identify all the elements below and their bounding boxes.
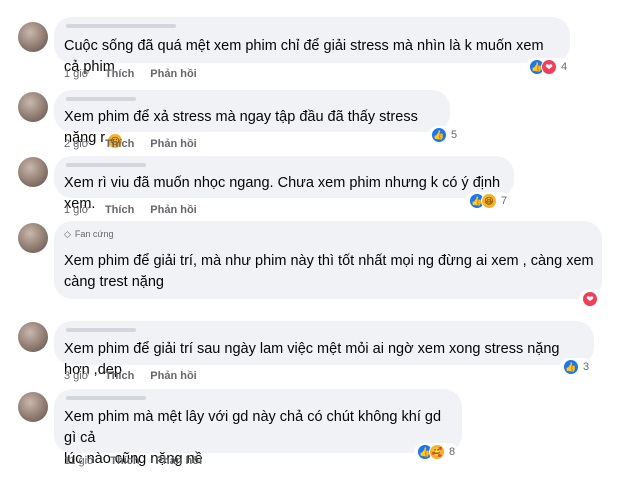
- reaction-summary[interactable]: ❤: [579, 290, 605, 308]
- timestamp[interactable]: 2 giờ: [64, 138, 89, 150]
- reaction-count: 8: [449, 446, 456, 458]
- reply-action[interactable]: Phản hồi: [150, 204, 196, 216]
- comment-bubble: ◇ Fan cứng Xem phim để giải trí, mà như …: [54, 221, 602, 299]
- commenter-name[interactable]: [66, 24, 176, 28]
- timestamp[interactable]: 3 giờ: [64, 370, 89, 382]
- reply-action[interactable]: Phản hồi: [150, 370, 196, 382]
- comment-actions: 2 giờ Thích Phản hồi: [64, 138, 197, 150]
- reaction-count: 4: [561, 61, 568, 73]
- reply-action[interactable]: Phản hồi: [156, 455, 202, 467]
- heart-icon: ❤: [582, 291, 598, 307]
- timestamp[interactable]: 1 giờ: [64, 204, 89, 216]
- reaction-summary[interactable]: 👍 😆 7: [466, 192, 511, 210]
- comment-bubble: Cuộc sống đã quá mệt xem phim chỉ để giả…: [54, 17, 570, 75]
- comment-text: Xem phim để giải trí, mà như phim này th…: [64, 253, 594, 290]
- like-action[interactable]: Thích: [105, 138, 134, 150]
- commenter-name[interactable]: [66, 396, 146, 400]
- reaction-count: 3: [583, 361, 590, 373]
- reaction-count: 5: [451, 129, 458, 141]
- reaction-summary[interactable]: 👍 ❤ 4: [526, 58, 571, 76]
- heart-icon: ❤: [541, 59, 557, 75]
- reaction-summary[interactable]: 👍 3: [560, 358, 593, 376]
- reaction-summary[interactable]: 👍 🥰 8: [414, 443, 459, 461]
- commenter-name[interactable]: [66, 97, 136, 101]
- avatar[interactable]: [18, 92, 48, 122]
- avatar[interactable]: [18, 392, 48, 422]
- comment-bubble: Xem phim để xả stress mà ngay tập đầu đã…: [54, 90, 450, 148]
- laugh-icon: 😆: [481, 193, 497, 209]
- comment-bubble: Xem phim mà mệt lây với gd này chả có ch…: [54, 389, 462, 467]
- like-action[interactable]: Thích: [105, 204, 134, 216]
- reaction-count: 7: [501, 195, 508, 207]
- comment-actions: 3 giờ Thích Phản hồi: [64, 370, 197, 382]
- reply-action[interactable]: Phản hồi: [150, 138, 196, 150]
- fan-badge-label: Fan cứng: [74, 229, 114, 239]
- care-icon: 🥰: [429, 444, 445, 460]
- fan-badge[interactable]: ◇ Fan cứng: [64, 228, 113, 240]
- reaction-summary[interactable]: 👍 5: [428, 126, 461, 144]
- like-action[interactable]: Thích: [110, 455, 139, 467]
- commenter-name[interactable]: [66, 328, 136, 332]
- comment-actions: 1 giờ Thích Phản hồi: [64, 204, 197, 216]
- diamond-icon: ◇: [64, 228, 71, 239]
- comment-bubble: Xem phim để giải trí sau ngày lam việc m…: [54, 321, 594, 378]
- thumbs-up-icon: 👍: [563, 359, 579, 375]
- like-action[interactable]: Thích: [105, 370, 134, 382]
- comment-actions: 11 giờ Thích Phản hồi: [64, 455, 202, 467]
- timestamp[interactable]: 11 giờ: [64, 455, 94, 467]
- commenter-name[interactable]: [66, 163, 146, 167]
- thumbs-up-icon: 👍: [431, 127, 447, 143]
- like-action[interactable]: Thích: [105, 68, 134, 80]
- avatar[interactable]: [18, 223, 48, 253]
- reply-action[interactable]: Phản hồi: [150, 68, 196, 80]
- comment-actions: 1 giờ Thích Phản hồi: [64, 68, 197, 80]
- timestamp[interactable]: 1 giờ: [64, 68, 89, 80]
- avatar[interactable]: [18, 322, 48, 352]
- comment-bubble: Xem rì viu đã muốn nhọc ngang. Chưa xem …: [54, 156, 514, 212]
- avatar[interactable]: [18, 22, 48, 52]
- avatar[interactable]: [18, 157, 48, 187]
